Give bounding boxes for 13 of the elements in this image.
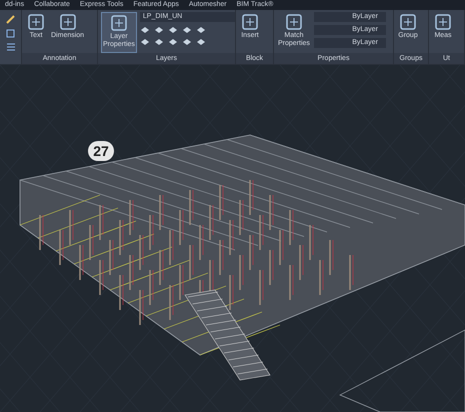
layer-tool-icon[interactable] xyxy=(182,25,192,34)
layer-tool-icon[interactable] xyxy=(182,37,192,46)
pencil-icon[interactable] xyxy=(6,14,16,24)
layer-tool-icon[interactable] xyxy=(140,25,150,34)
layer-tool-icon[interactable] xyxy=(140,37,150,46)
layer-tool-icon[interactable] xyxy=(196,25,206,34)
layer-tool-icon[interactable] xyxy=(154,25,164,34)
layer-tool-icon[interactable] xyxy=(168,37,178,46)
layer-tool-icon[interactable] xyxy=(168,25,178,34)
callout-label: 27 xyxy=(88,141,114,161)
lines-icon[interactable] xyxy=(6,42,16,52)
layer-tool-icon[interactable] xyxy=(154,37,164,46)
layer-tool-icon[interactable] xyxy=(196,37,206,46)
